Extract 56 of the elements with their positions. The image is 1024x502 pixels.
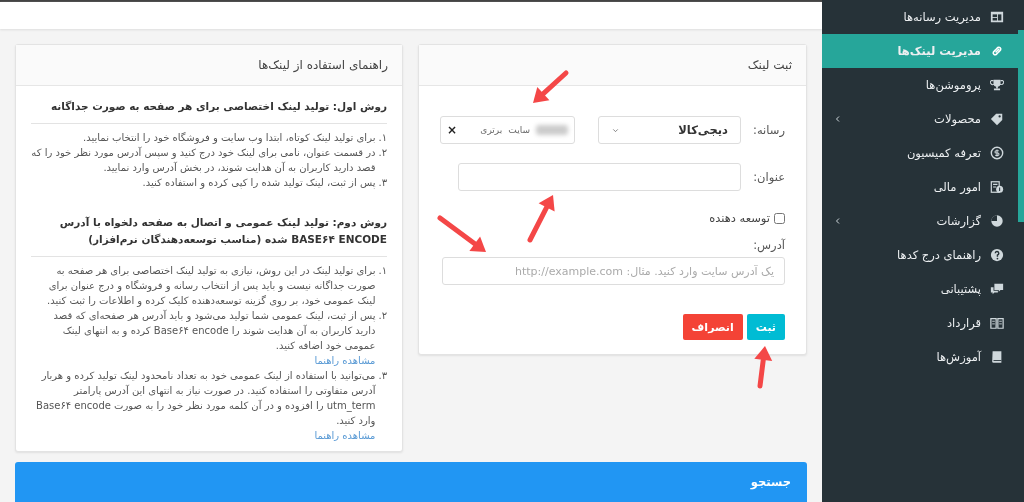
tag-field[interactable]: سایت برتری × <box>440 116 575 144</box>
sidebar-item[interactable]: راهنمای درج کدها <box>822 238 1018 272</box>
list-text: در قسمت عنوان، نامی برای لینک خود درج کنید و سپس آدرس مورد نظر خود را که قصد دارید کاربران به آن هدایت شوند، در بخش آدرس وارد نمایید. <box>31 145 376 175</box>
list-number: ۳. <box>378 369 387 383</box>
book-icon <box>990 350 1004 364</box>
list-number: ۲. <box>378 146 387 160</box>
sidebar-item[interactable]: امور مالی <box>822 170 1018 204</box>
field-label: رسانه: <box>755 123 785 137</box>
chat-icon <box>990 282 1004 296</box>
annotation-arrow <box>754 346 773 389</box>
scrollbar[interactable] <box>1018 30 1024 222</box>
annotation-arrow <box>533 70 569 103</box>
sidebar-item[interactable]: تعرفه کمیسیون <box>822 136 1018 170</box>
sidebar-item[interactable]: محصولات <box>822 102 1018 136</box>
section-heading: روش دوم: تولید لینک عمومی و اتصال به صفحه دلخواه با آدرس BASE۶۴ ENCODE شده (مناسب توسعه‌دهندگان نرم‌افزار) <box>58 215 387 248</box>
blurred-text <box>536 125 568 135</box>
annotation-arrow <box>437 215 486 252</box>
link-icon <box>990 44 1004 58</box>
sidebar-item[interactable]: پشتیبانی <box>822 272 1018 306</box>
field-label: آدرس: <box>753 238 785 252</box>
section-heading: روش اول: تولید لینک اختصاصی برای هر صفحه به صورت جداگانه <box>49 99 387 115</box>
panel-title: ثبت لینک <box>419 45 806 86</box>
panel-title: راهنمای استفاده از لینک‌ها <box>16 45 402 86</box>
list-text: می‌توانید با استفاده از لینک عمومی خود به تعداد نامحدود لینک تولید کرده و هربار آدرس متفاوتی را استفاده کنید. در صورت نیاز به انتهای این آدرس پارامتر utm_term را افزوده و در آن کلمه مورد نظر خود را به صورت Base۶۴ encode وارد کنید. <box>35 369 376 428</box>
sidebar-item[interactable]: آموزش‌ها <box>822 340 1018 374</box>
window-icon <box>990 10 1004 24</box>
list-text: برای تولید لینک در این روش، نیازی به تولید لینک اختصاصی برای هر صفحه به صورت جداگانه نیست و باید پس از انتخاب رسانه و فروشگاه و درج عنوان برای لینک عمومی خود، بر روی گزینه توسعه‌دهنده کلیک کرده و اطلاعات را ثبت کنید. <box>46 264 376 308</box>
address-field[interactable]: یک آدرس سایت وارد کنید. مثال: http://example.com <box>442 257 785 285</box>
sidebar-item[interactable]: مدیریت رسانه‌ها <box>822 0 1018 34</box>
annotation-arrow <box>527 195 555 243</box>
list-number: ۲. <box>378 309 387 323</box>
field-label: عنوان: <box>755 170 785 184</box>
tag-label: سایت <box>508 125 530 135</box>
developer-checkbox[interactable] <box>774 212 785 224</box>
list-text: پس از ثبت، لینک تولید شده را کپی کرده و استفاده کنید. <box>142 176 376 190</box>
sidebar-item[interactable]: گزارشات <box>822 204 1018 238</box>
remove-button[interactable]: × <box>447 123 458 137</box>
title-field[interactable] <box>458 163 741 191</box>
pie-chart-icon <box>990 214 1004 228</box>
help-icon <box>990 248 1004 262</box>
tag-label: برتری <box>480 125 503 135</box>
cancel-button[interactable]: انصراف <box>682 314 743 340</box>
list-text: برای تولید لینک کوتاه، ابتدا وب سایت و فروشگاه خود را انتخاب نمایید. <box>83 131 376 145</box>
tag-icon <box>990 112 1004 126</box>
trophy-icon <box>990 78 1004 92</box>
list-number: ۱. <box>378 264 387 278</box>
list-number: ۱. <box>378 131 387 145</box>
open-book-icon <box>990 316 1004 330</box>
list-number: ۳. <box>378 176 387 190</box>
sidebar-item[interactable]: پروموشن‌ها <box>822 68 1018 102</box>
sidebar-item[interactable]: قرارداد <box>822 306 1018 340</box>
list-text: پس از ثبت، لینک عمومی شما تولید می‌شود و باید آدرس هر صفحه‌ای که قصد دارید کاربران به آن هدایت شوند را Base۶۴ encode کرده و به انتهای لینک عمومی خود اضافه کنید. <box>52 308 376 353</box>
dollar-icon <box>990 146 1004 160</box>
checkbox-label: توسعه دهنده <box>709 211 770 225</box>
money-document-icon <box>990 180 1004 194</box>
media-select[interactable]: دیجی‌کالا <box>598 116 741 144</box>
